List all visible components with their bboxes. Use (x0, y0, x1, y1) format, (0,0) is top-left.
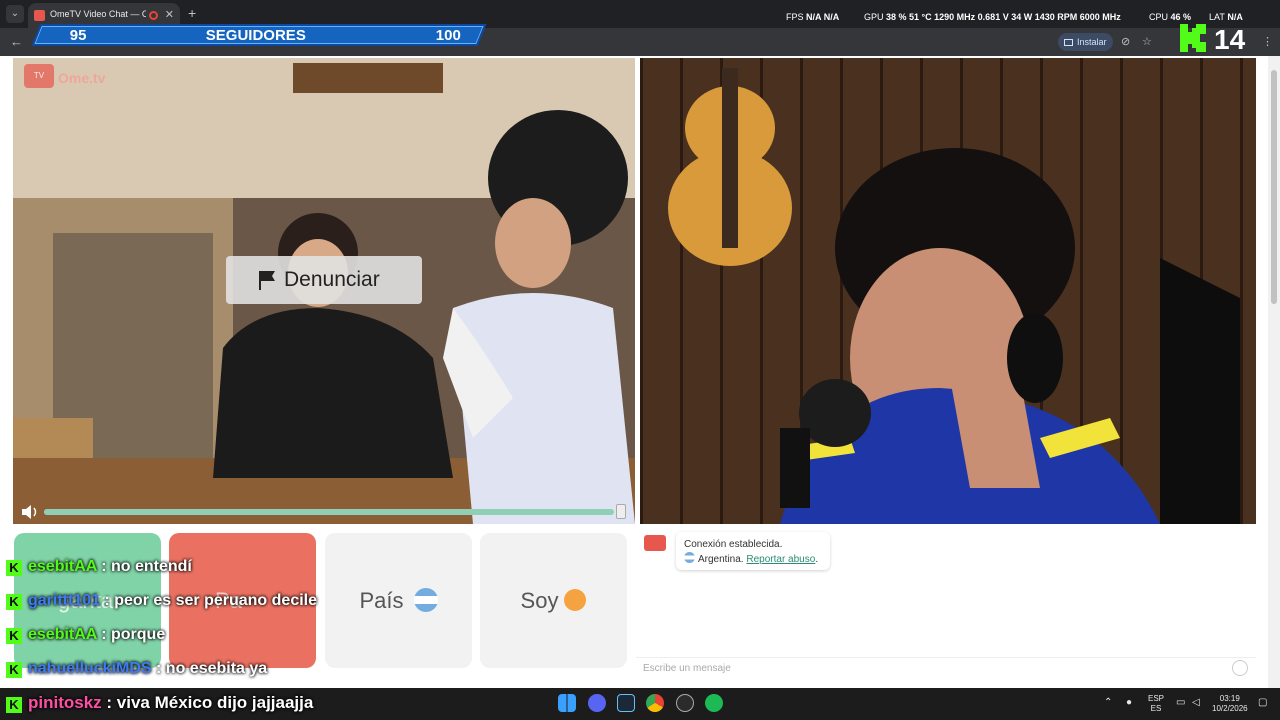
kick-badge-icon: K (6, 628, 22, 644)
gender-button[interactable]: Soy (480, 533, 627, 668)
page-scrollbar[interactable] (1268, 56, 1280, 688)
browser-menu-icon[interactable]: ⋮ (1262, 35, 1273, 48)
screen: ⌄ OmeTV Video Chat — Ome ✕ + FPS N/A N/A… (0, 0, 1280, 720)
ometv-logo-text: Ome.tv (58, 70, 106, 86)
bookmark-star-icon[interactable]: ☆ (1142, 35, 1152, 48)
kick-badge-icon: K (6, 697, 22, 713)
language-indicator[interactable]: ESP ES (1148, 694, 1164, 714)
message-input[interactable]: Escribe un mensaje (636, 657, 1256, 679)
ometv-favicon-icon (34, 10, 45, 21)
emoji-icon[interactable] (1232, 660, 1248, 676)
install-icon (1064, 39, 1073, 46)
kick-badge-icon: K (6, 594, 22, 610)
report-abuse-link[interactable]: Reportar abuso (746, 554, 815, 565)
chat-text: : viva México dijo jajjaajja (106, 693, 314, 712)
tab-search-button[interactable]: ⌄ (6, 5, 24, 23)
gender-label: Soy (520, 588, 559, 613)
windows-start-icon[interactable] (558, 694, 576, 712)
recording-icon (149, 11, 158, 20)
tray-chevron-icon[interactable]: ⌃ (1104, 698, 1112, 708)
country-label: País (359, 588, 404, 613)
followers-label: SEGUIDORES (205, 27, 306, 44)
followers-goal-bar: 95 SEGUIDORES 100 (31, 24, 487, 46)
tab-close-icon[interactable]: ✕ (165, 8, 174, 21)
followers-current: 95 (69, 27, 87, 44)
stream-chat-message: Kgarittt101 : peor es ser peruano decile (6, 592, 317, 610)
clock[interactable]: 03:19 10/2/2026 (1212, 694, 1248, 714)
chat-text: : no esebita ya (156, 660, 268, 677)
partner-country: Argentina. (698, 554, 744, 565)
volume-tray-icon[interactable]: ◁ (1192, 698, 1200, 708)
volume-slider[interactable] (44, 509, 626, 515)
kick-badge-icon: K (6, 560, 22, 576)
partner-country-line: Argentina. Reportar abuso. (684, 552, 822, 567)
steam-icon[interactable] (617, 694, 635, 712)
chat-username: nahuelluckiMDS (28, 660, 152, 677)
discord-icon[interactable] (588, 694, 606, 712)
microphone-icon[interactable]: ● (1126, 698, 1132, 708)
chat-text: : porque (101, 626, 166, 643)
argentina-flag-icon (684, 552, 695, 563)
self-video-frame (640, 58, 1256, 524)
back-arrow-icon[interactable]: ← (10, 34, 23, 49)
obs-icon[interactable] (676, 694, 694, 712)
report-label: Denunciar (284, 268, 380, 291)
stream-chat-message: KesebitAA : porque (6, 626, 165, 644)
system-message: Conexión establecida. Argentina. Reporta… (676, 532, 830, 570)
hud-gpu: GPU 38 % 51 °C 1290 MHz 0.681 V 34 W 143… (864, 12, 1121, 22)
boy-face-icon (564, 589, 587, 611)
hud-cpu: CPU 46 % (1149, 12, 1192, 22)
spotify-icon[interactable] (705, 694, 723, 712)
chat-text: : no entendí (101, 558, 192, 575)
hud-lat: LAT N/A (1209, 12, 1243, 22)
ometv-logo-icon: TV (24, 64, 54, 88)
chat-text: : peor es ser peruano decile (104, 592, 318, 609)
volume-icon[interactable] (20, 504, 40, 520)
flag-icon (259, 271, 275, 290)
ometv-chat-logo-icon (644, 535, 666, 551)
tab-title: OmeTV Video Chat — Ome (50, 9, 146, 19)
report-button[interactable]: Denunciar (226, 256, 422, 304)
connection-status: Conexión establecida. (684, 539, 783, 550)
stream-chat-message: KnahuelluckiMDS : no esebita ya (6, 660, 267, 678)
new-tab-button[interactable]: + (188, 5, 196, 21)
volume-slider-handle[interactable] (616, 504, 626, 519)
hud-fps: FPS N/A N/A (786, 12, 840, 22)
volume-slider-fill (44, 509, 615, 515)
chat-username: garittt101 (28, 592, 101, 609)
kick-badge-icon: K (6, 662, 22, 678)
eye-off-icon[interactable]: ⊘ (1121, 35, 1130, 48)
network-icon[interactable]: ▭ (1176, 698, 1185, 708)
chrome-icon[interactable] (646, 694, 664, 712)
self-video (640, 58, 1256, 524)
chat-username: esebitAA (28, 626, 97, 643)
chat-username: esebitAA (28, 558, 97, 575)
argentina-flag-icon (413, 588, 438, 612)
scrollbar-thumb[interactable] (1271, 70, 1277, 304)
stream-chat-message: Kpinitoskz : viva México dijo jajjaajja (6, 693, 313, 713)
notification-icon[interactable]: ▢ (1258, 698, 1267, 708)
kick-counter: 14 (1214, 24, 1246, 55)
followers-goal: 100 (435, 27, 461, 44)
kick-logo-icon (1180, 24, 1206, 52)
chat-username: pinitoskz (28, 693, 102, 712)
install-app-button[interactable]: Instalar (1058, 33, 1113, 51)
stream-chat-message: KesebitAA : no entendí (6, 558, 192, 576)
country-filter-button[interactable]: País (325, 533, 472, 668)
